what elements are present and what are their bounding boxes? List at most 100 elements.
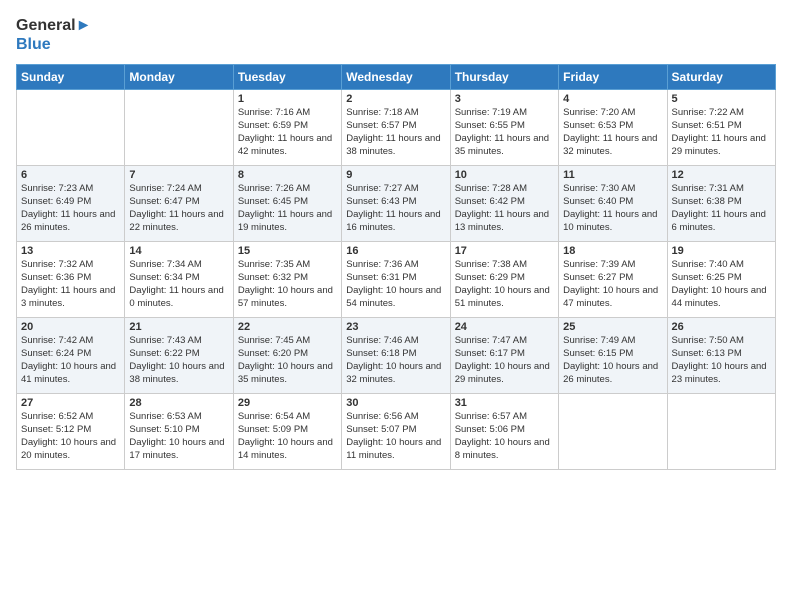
sunrise-text: Sunrise: 6:56 AM — [346, 411, 445, 424]
sunrise-text: Sunrise: 7:45 AM — [238, 335, 337, 348]
daylight-text: Daylight: 10 hours and 8 minutes. — [455, 437, 554, 463]
day-number: 2 — [346, 93, 445, 105]
sunset-text: Sunset: 6:57 PM — [346, 120, 445, 133]
sunset-text: Sunset: 6:38 PM — [672, 196, 771, 209]
sunrise-text: Sunrise: 7:18 AM — [346, 107, 445, 120]
calendar-cell: 13 Sunrise: 7:32 AM Sunset: 6:36 PM Dayl… — [17, 242, 125, 318]
cell-content: Sunrise: 7:26 AM Sunset: 6:45 PM Dayligh… — [238, 183, 337, 234]
day-number: 20 — [21, 321, 120, 333]
daylight-text: Daylight: 10 hours and 51 minutes. — [455, 285, 554, 311]
week-row-3: 13 Sunrise: 7:32 AM Sunset: 6:36 PM Dayl… — [17, 242, 776, 318]
day-number: 3 — [455, 93, 554, 105]
daylight-text: Daylight: 11 hours and 6 minutes. — [672, 209, 771, 235]
daylight-text: Daylight: 11 hours and 22 minutes. — [129, 209, 228, 235]
day-number: 7 — [129, 169, 228, 181]
sunset-text: Sunset: 6:34 PM — [129, 272, 228, 285]
daylight-text: Daylight: 10 hours and 32 minutes. — [346, 361, 445, 387]
header-cell-monday: Monday — [125, 65, 233, 90]
sunrise-text: Sunrise: 7:26 AM — [238, 183, 337, 196]
cell-content: Sunrise: 7:38 AM Sunset: 6:29 PM Dayligh… — [455, 259, 554, 310]
cell-content: Sunrise: 7:27 AM Sunset: 6:43 PM Dayligh… — [346, 183, 445, 234]
daylight-text: Daylight: 11 hours and 35 minutes. — [455, 133, 554, 159]
sunset-text: Sunset: 6:45 PM — [238, 196, 337, 209]
sunrise-text: Sunrise: 7:16 AM — [238, 107, 337, 120]
cell-content: Sunrise: 7:47 AM Sunset: 6:17 PM Dayligh… — [455, 335, 554, 386]
day-number: 10 — [455, 169, 554, 181]
calendar-cell: 26 Sunrise: 7:50 AM Sunset: 6:13 PM Dayl… — [667, 318, 775, 394]
cell-content: Sunrise: 7:32 AM Sunset: 6:36 PM Dayligh… — [21, 259, 120, 310]
calendar-cell: 11 Sunrise: 7:30 AM Sunset: 6:40 PM Dayl… — [559, 166, 667, 242]
calendar-cell: 25 Sunrise: 7:49 AM Sunset: 6:15 PM Dayl… — [559, 318, 667, 394]
cell-content: Sunrise: 7:34 AM Sunset: 6:34 PM Dayligh… — [129, 259, 228, 310]
sunset-text: Sunset: 5:09 PM — [238, 424, 337, 437]
calendar-cell: 3 Sunrise: 7:19 AM Sunset: 6:55 PM Dayli… — [450, 90, 558, 166]
day-number: 21 — [129, 321, 228, 333]
cell-content: Sunrise: 7:50 AM Sunset: 6:13 PM Dayligh… — [672, 335, 771, 386]
calendar-cell: 18 Sunrise: 7:39 AM Sunset: 6:27 PM Dayl… — [559, 242, 667, 318]
calendar-cell: 17 Sunrise: 7:38 AM Sunset: 6:29 PM Dayl… — [450, 242, 558, 318]
cell-content: Sunrise: 7:49 AM Sunset: 6:15 PM Dayligh… — [563, 335, 662, 386]
daylight-text: Daylight: 11 hours and 38 minutes. — [346, 133, 445, 159]
sunrise-text: Sunrise: 7:42 AM — [21, 335, 120, 348]
sunrise-text: Sunrise: 7:19 AM — [455, 107, 554, 120]
logo: General► Blue — [16, 16, 91, 54]
header-cell-friday: Friday — [559, 65, 667, 90]
cell-content: Sunrise: 7:18 AM Sunset: 6:57 PM Dayligh… — [346, 107, 445, 158]
sunset-text: Sunset: 5:12 PM — [21, 424, 120, 437]
day-number: 28 — [129, 397, 228, 409]
sunset-text: Sunset: 6:49 PM — [21, 196, 120, 209]
sunrise-text: Sunrise: 7:20 AM — [563, 107, 662, 120]
calendar-cell: 27 Sunrise: 6:52 AM Sunset: 5:12 PM Dayl… — [17, 394, 125, 470]
cell-content: Sunrise: 7:20 AM Sunset: 6:53 PM Dayligh… — [563, 107, 662, 158]
calendar-body: 1 Sunrise: 7:16 AM Sunset: 6:59 PM Dayli… — [17, 90, 776, 470]
calendar-cell — [17, 90, 125, 166]
sunrise-text: Sunrise: 7:30 AM — [563, 183, 662, 196]
daylight-text: Daylight: 10 hours and 14 minutes. — [238, 437, 337, 463]
calendar-cell: 29 Sunrise: 6:54 AM Sunset: 5:09 PM Dayl… — [233, 394, 341, 470]
day-number: 9 — [346, 169, 445, 181]
calendar-cell: 23 Sunrise: 7:46 AM Sunset: 6:18 PM Dayl… — [342, 318, 450, 394]
daylight-text: Daylight: 11 hours and 13 minutes. — [455, 209, 554, 235]
sunrise-text: Sunrise: 7:34 AM — [129, 259, 228, 272]
day-number: 18 — [563, 245, 662, 257]
cell-content: Sunrise: 7:23 AM Sunset: 6:49 PM Dayligh… — [21, 183, 120, 234]
daylight-text: Daylight: 11 hours and 0 minutes. — [129, 285, 228, 311]
calendar-cell: 5 Sunrise: 7:22 AM Sunset: 6:51 PM Dayli… — [667, 90, 775, 166]
cell-content: Sunrise: 7:22 AM Sunset: 6:51 PM Dayligh… — [672, 107, 771, 158]
header-cell-thursday: Thursday — [450, 65, 558, 90]
daylight-text: Daylight: 11 hours and 42 minutes. — [238, 133, 337, 159]
sunrise-text: Sunrise: 7:22 AM — [672, 107, 771, 120]
day-number: 29 — [238, 397, 337, 409]
calendar-cell: 1 Sunrise: 7:16 AM Sunset: 6:59 PM Dayli… — [233, 90, 341, 166]
sunrise-text: Sunrise: 7:39 AM — [563, 259, 662, 272]
calendar-cell: 6 Sunrise: 7:23 AM Sunset: 6:49 PM Dayli… — [17, 166, 125, 242]
day-number: 31 — [455, 397, 554, 409]
sunset-text: Sunset: 6:17 PM — [455, 348, 554, 361]
calendar-cell — [559, 394, 667, 470]
sunrise-text: Sunrise: 6:53 AM — [129, 411, 228, 424]
sunset-text: Sunset: 6:59 PM — [238, 120, 337, 133]
day-number: 4 — [563, 93, 662, 105]
sunset-text: Sunset: 5:07 PM — [346, 424, 445, 437]
daylight-text: Daylight: 11 hours and 32 minutes. — [563, 133, 662, 159]
day-number: 23 — [346, 321, 445, 333]
cell-content: Sunrise: 7:16 AM Sunset: 6:59 PM Dayligh… — [238, 107, 337, 158]
calendar-cell: 22 Sunrise: 7:45 AM Sunset: 6:20 PM Dayl… — [233, 318, 341, 394]
sunset-text: Sunset: 5:10 PM — [129, 424, 228, 437]
sunrise-text: Sunrise: 7:35 AM — [238, 259, 337, 272]
day-number: 15 — [238, 245, 337, 257]
sunrise-text: Sunrise: 7:47 AM — [455, 335, 554, 348]
cell-content: Sunrise: 6:56 AM Sunset: 5:07 PM Dayligh… — [346, 411, 445, 462]
daylight-text: Daylight: 10 hours and 26 minutes. — [563, 361, 662, 387]
sunrise-text: Sunrise: 7:49 AM — [563, 335, 662, 348]
cell-content: Sunrise: 7:28 AM Sunset: 6:42 PM Dayligh… — [455, 183, 554, 234]
week-row-5: 27 Sunrise: 6:52 AM Sunset: 5:12 PM Dayl… — [17, 394, 776, 470]
calendar-cell: 19 Sunrise: 7:40 AM Sunset: 6:25 PM Dayl… — [667, 242, 775, 318]
calendar-cell: 20 Sunrise: 7:42 AM Sunset: 6:24 PM Dayl… — [17, 318, 125, 394]
day-number: 11 — [563, 169, 662, 181]
sunrise-text: Sunrise: 7:46 AM — [346, 335, 445, 348]
day-number: 26 — [672, 321, 771, 333]
day-number: 19 — [672, 245, 771, 257]
calendar-cell: 16 Sunrise: 7:36 AM Sunset: 6:31 PM Dayl… — [342, 242, 450, 318]
calendar-cell: 8 Sunrise: 7:26 AM Sunset: 6:45 PM Dayli… — [233, 166, 341, 242]
